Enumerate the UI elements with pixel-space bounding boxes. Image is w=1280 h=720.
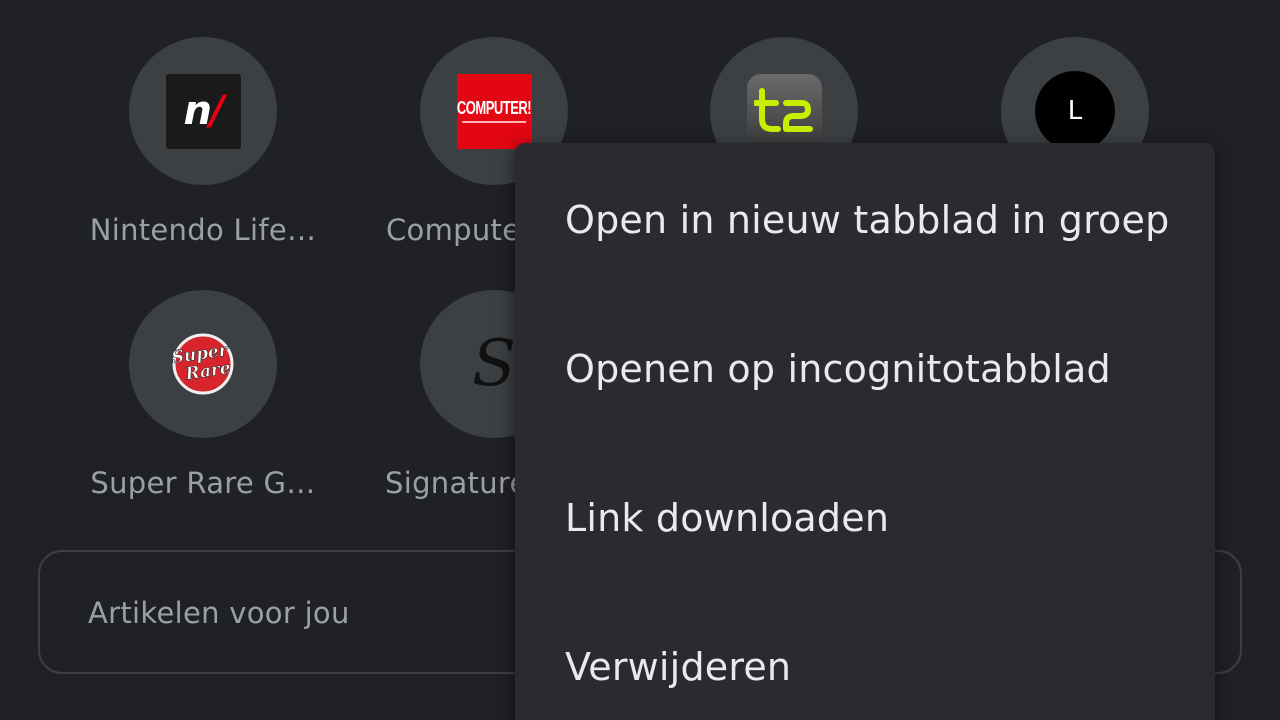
shortcut-label: Super Rare G… [90, 466, 316, 500]
computer-favicon-icon: COMPUTER! [456, 73, 532, 149]
favicon-letter: L [1067, 96, 1083, 126]
menu-item-remove[interactable]: Verwijderen [515, 592, 1215, 720]
favicon-slash: / [209, 88, 225, 134]
nintendo-life-favicon-icon: n / [165, 73, 241, 149]
menu-item-download-link[interactable]: Link downloaden [515, 443, 1215, 593]
t3-favicon-icon [746, 73, 822, 149]
super-rare-favicon-icon: Super Rare [164, 325, 242, 403]
context-menu: Open in nieuw tabblad in groep Openen op… [515, 143, 1215, 720]
favicon-letter-n: n [183, 88, 212, 134]
new-tab-page: n / Nintendo Life… COMPUTER! Compute L S… [0, 0, 1280, 720]
menu-item-open-in-incognito-tab[interactable]: Openen op incognitotabblad [515, 294, 1215, 444]
favicon-stripe [462, 120, 526, 123]
shortcut-label: Nintendo Life… [89, 213, 317, 247]
shortcut-circle: n / [129, 37, 277, 185]
shortcut-tile-super-rare[interactable]: Super Rare Super Rare G… [58, 290, 348, 500]
favicon-text: COMPUTER! [456, 96, 532, 118]
articles-for-you-label: Artikelen voor jou [88, 596, 350, 630]
l-favicon-icon: L [1035, 71, 1115, 151]
shortcut-circle: Super Rare [129, 290, 277, 438]
signature-favicon-icon: S [472, 327, 516, 401]
menu-item-open-in-new-tab-in-group[interactable]: Open in nieuw tabblad in groep [515, 145, 1215, 295]
t3-logo-icon [754, 88, 813, 132]
shortcut-tile-nintendo-life[interactable]: n / Nintendo Life… [58, 37, 348, 247]
super-rare-logo-icon: Super Rare [170, 333, 234, 395]
favicon-letter: S [472, 327, 516, 401]
